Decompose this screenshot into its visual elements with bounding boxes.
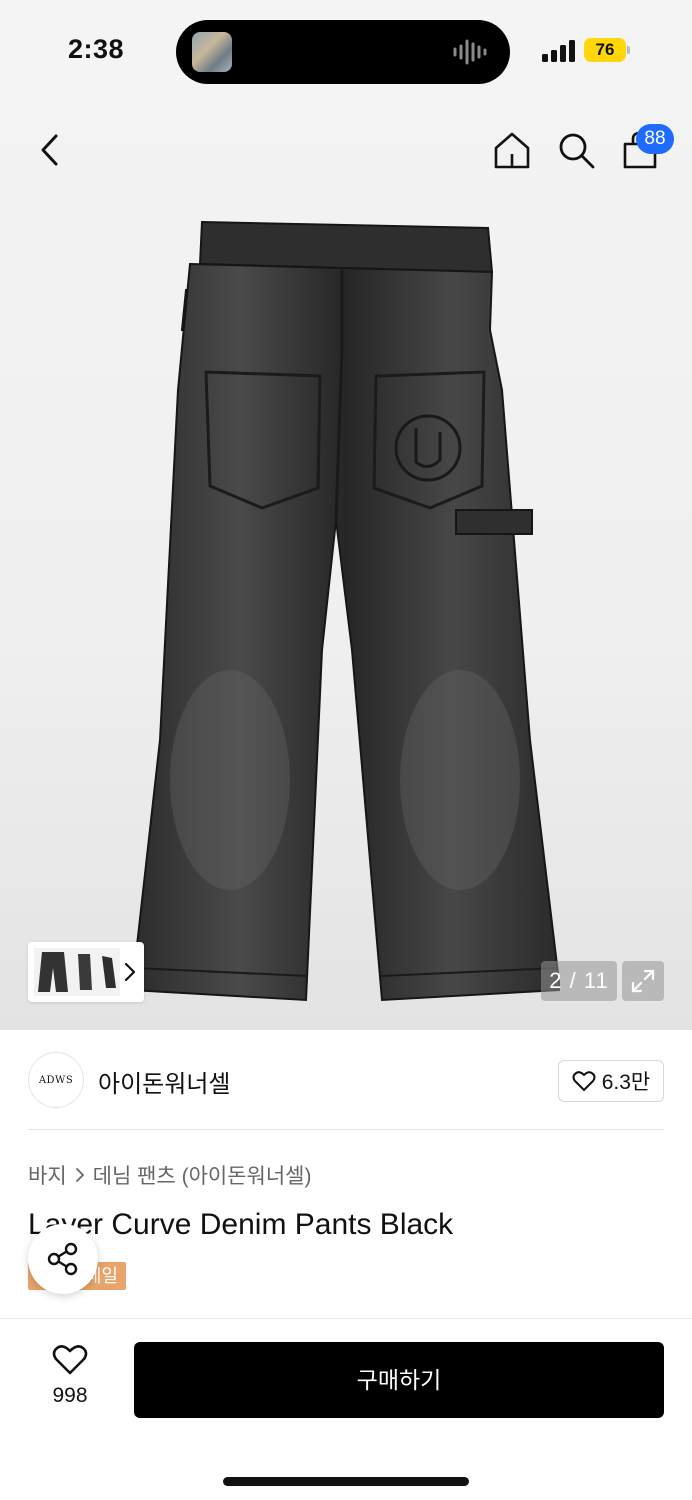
brand-logo[interactable]: ADWS — [28, 1052, 84, 1108]
chevron-right-icon — [75, 1168, 84, 1182]
heart-icon — [52, 1345, 88, 1375]
share-icon — [47, 1242, 78, 1276]
share-button[interactable] — [28, 1224, 98, 1294]
thumbnail-strip[interactable] — [28, 942, 144, 1002]
back-icon — [41, 134, 58, 166]
search-button[interactable] — [554, 128, 598, 172]
divider — [28, 1129, 664, 1130]
heart-icon — [572, 1071, 596, 1091]
breadcrumb: 바지 데님 팬츠 (아이돈워너셀) — [28, 1160, 312, 1190]
sound-wave-icon — [453, 39, 487, 65]
status-bar: 2:38 76 — [0, 0, 692, 100]
product-image-gallery[interactable] — [0, 100, 692, 1030]
dynamic-island[interactable] — [176, 20, 510, 84]
product-image — [130, 220, 560, 1002]
chevron-right-icon — [124, 962, 136, 982]
home-indicator[interactable] — [223, 1477, 469, 1486]
brand-like-button[interactable]: 6.3만 — [558, 1060, 664, 1102]
back-button[interactable] — [30, 128, 70, 172]
battery-icon: 76 — [584, 38, 630, 62]
status-time: 2:38 — [68, 34, 125, 64]
home-icon — [494, 132, 530, 169]
wishlist-count: 998 — [52, 1384, 88, 1407]
battery-level: 76 — [584, 38, 626, 62]
search-icon — [559, 133, 595, 169]
image-counter: 2 / 11 — [541, 961, 617, 1001]
brand-name[interactable]: 아이돈워너셀 — [98, 1064, 230, 1099]
bottom-bar-divider — [0, 1318, 692, 1319]
brand-like-count: 6.3만 — [601, 1071, 651, 1094]
product-title: Layer Curve Denim Pants Black — [28, 1208, 454, 1241]
cart-count-badge: 88 — [636, 124, 674, 154]
expand-icon — [631, 969, 655, 993]
buy-button[interactable]: 구매하기 — [134, 1342, 664, 1418]
home-button[interactable] — [490, 128, 534, 172]
expand-button[interactable] — [622, 961, 664, 1001]
breadcrumb-category[interactable]: 바지 — [28, 1160, 67, 1190]
breadcrumb-subcategory[interactable]: 데님 팬츠 (아이돈워너셀) — [93, 1160, 312, 1190]
wishlist-button[interactable]: 998 — [40, 1344, 100, 1414]
thumbnail-images — [34, 948, 120, 996]
signal-icon — [542, 40, 575, 62]
now-playing-artwork — [192, 32, 232, 72]
